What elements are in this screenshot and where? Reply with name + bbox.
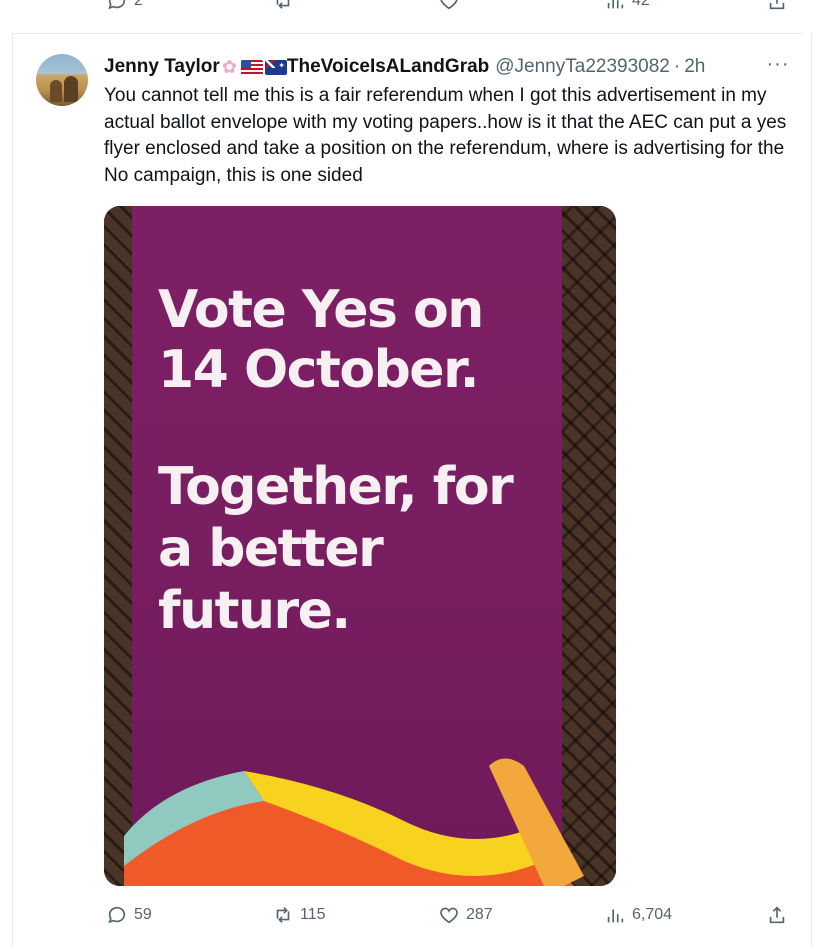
tweet-header: Jenny Taylor ✿ TheVoiceIsALandGrab @Jenn… xyxy=(104,54,705,80)
tweet-action-bar: 59 115 287 6,704 xyxy=(0,900,814,932)
author-handle[interactable]: @JennyTa22393082 xyxy=(495,56,670,78)
heart-icon xyxy=(440,0,458,10)
reply-icon xyxy=(108,0,126,10)
share-icon xyxy=(769,906,785,924)
tweet-timestamp[interactable]: 2h xyxy=(684,56,705,78)
previous-views-button[interactable]: 42 xyxy=(604,0,650,12)
previous-reply-button[interactable]: 2 xyxy=(106,0,143,12)
avatar[interactable] xyxy=(36,54,88,106)
views-button[interactable]: 6,704 xyxy=(604,904,672,926)
views-icon xyxy=(607,0,624,9)
tweet-media-image[interactable]: Vote Yes on 14 October. Together, for a … xyxy=(104,206,616,886)
header-separator: · xyxy=(673,56,681,77)
author-name-suffix[interactable]: TheVoiceIsALandGrab xyxy=(287,56,489,78)
more-options-button[interactable]: ··· xyxy=(764,54,792,80)
reply-count: 59 xyxy=(134,906,152,923)
timeline-right-border xyxy=(811,33,812,946)
share-button[interactable] xyxy=(766,904,788,926)
repost-icon xyxy=(276,907,290,923)
flyer-tagline: Together, for a better future. xyxy=(158,457,514,641)
share-icon xyxy=(769,0,785,10)
views-count: 6,704 xyxy=(632,906,673,923)
previous-views-count: 42 xyxy=(632,0,650,9)
flyer-headline: Vote Yes on 14 October. xyxy=(158,280,484,400)
previous-repost-button[interactable] xyxy=(272,0,294,12)
previous-tweet-action-bar: 2 42 xyxy=(0,0,814,20)
tweet-text: You cannot tell me this is a fair refere… xyxy=(104,85,787,186)
author-name[interactable]: Jenny Taylor xyxy=(104,56,220,78)
previous-reply-count: 2 xyxy=(134,0,143,9)
repost-button[interactable]: 115 xyxy=(272,904,326,926)
repost-count: 115 xyxy=(300,906,326,923)
repost-icon xyxy=(276,0,290,9)
previous-share-button[interactable] xyxy=(766,0,788,12)
views-icon xyxy=(607,909,624,923)
reply-button[interactable]: 59 xyxy=(106,904,152,926)
australia-flag-icon xyxy=(264,59,287,75)
timeline-left-border xyxy=(12,33,13,946)
like-count: 287 xyxy=(466,906,493,923)
flyer-wave-graphic xyxy=(124,758,584,886)
reply-icon xyxy=(108,906,126,924)
like-button[interactable]: 287 xyxy=(438,904,493,926)
previous-like-button[interactable] xyxy=(438,0,460,12)
flower-emoji-icon: ✿ xyxy=(221,56,237,77)
tweet-divider xyxy=(12,33,802,34)
heart-icon xyxy=(440,907,458,924)
us-flag-icon xyxy=(240,59,263,75)
